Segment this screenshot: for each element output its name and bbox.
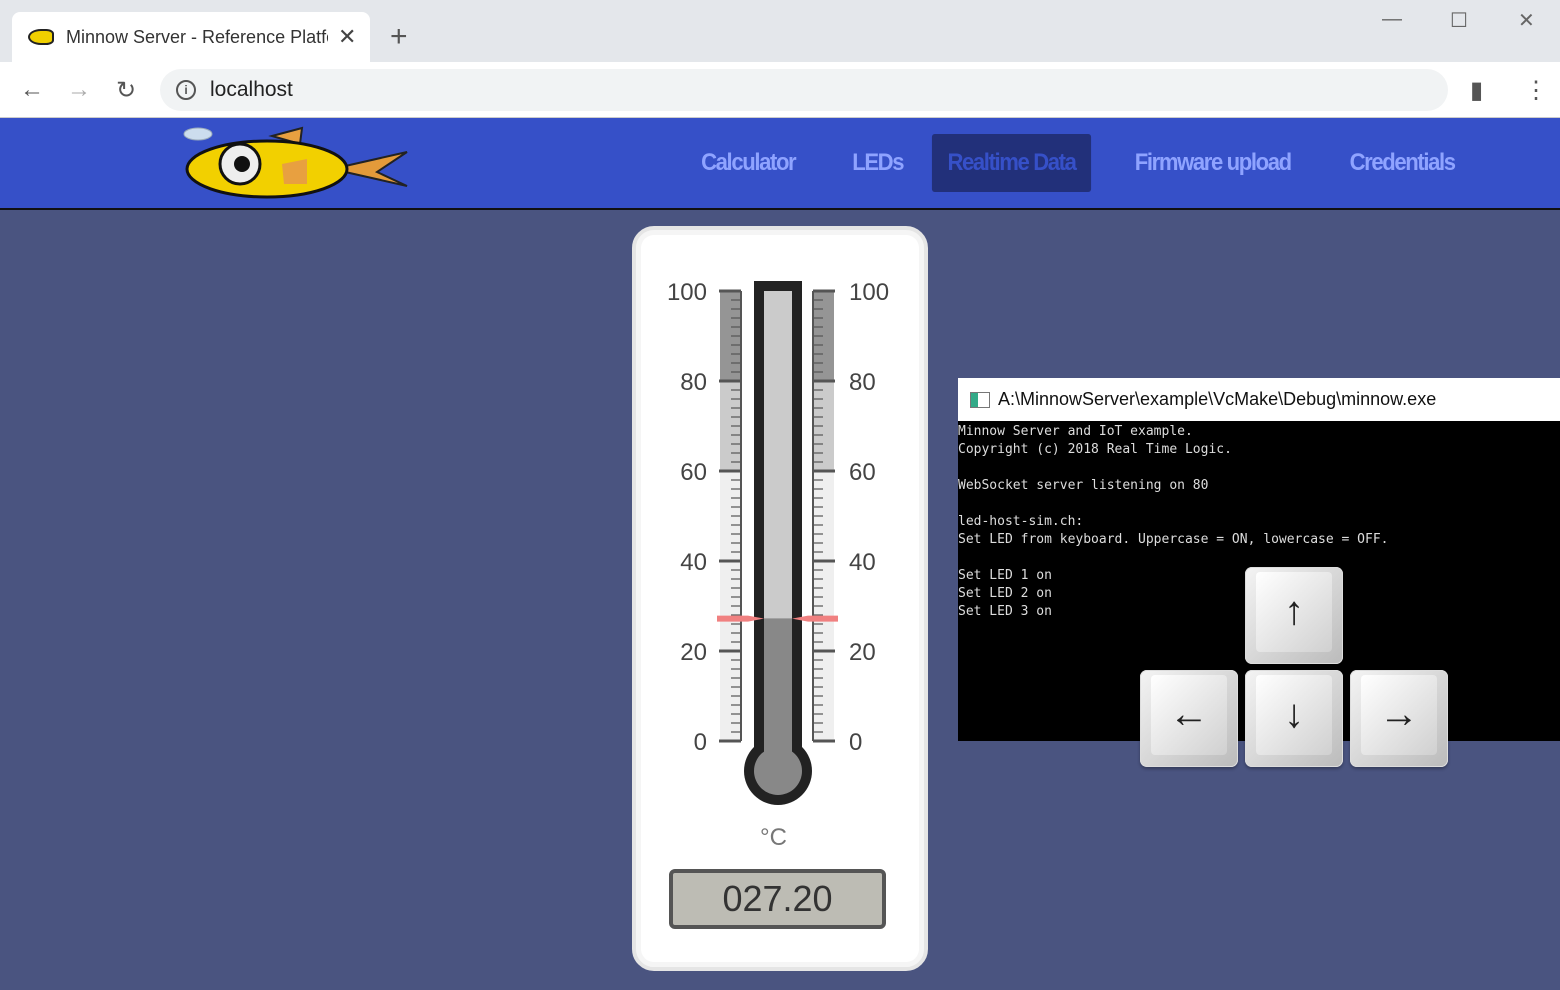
down-arrow-key[interactable]: ↓ (1245, 670, 1343, 767)
up-arrow-icon: ↑ (1256, 571, 1332, 652)
mercury-column (764, 618, 792, 760)
console-line: Copyright (c) 2018 Real Time Logic. (958, 442, 1232, 457)
right-arrow-icon: → (1361, 674, 1437, 755)
tube-empty (764, 291, 792, 619)
console-app-icon (970, 391, 990, 408)
console-title-bar[interactable]: A:\MinnowServer\example\VcMake\Debug\min… (958, 378, 1560, 421)
scale-label-left: 40 (680, 549, 707, 576)
scale-label-left: 80 (680, 369, 707, 396)
console-line: led-host-sim.ch: (958, 514, 1084, 529)
left-arrow-key[interactable]: ← (1140, 670, 1238, 767)
console-line: Minnow Server and IoT example. (958, 424, 1193, 439)
scale-label-right: 80 (849, 369, 876, 396)
scale-label-right: 60 (849, 459, 876, 486)
up-arrow-key[interactable]: ↑ (1245, 567, 1343, 664)
scale-label-right: 20 (849, 639, 876, 666)
scale-label-left: 20 (680, 639, 707, 666)
scale-label-left: 0 (694, 729, 707, 756)
down-arrow-icon: ↓ (1256, 674, 1332, 755)
temperature-readout: 027.20 (669, 869, 886, 929)
scale-label-right: 100 (849, 279, 889, 306)
scale-label-right: 0 (849, 729, 862, 756)
console-line: Set LED from keyboard. Uppercase = ON, l… (958, 532, 1389, 547)
unit-label: °C (760, 824, 787, 851)
console-title: A:\MinnowServer\example\VcMake\Debug\min… (998, 389, 1437, 409)
scale-label-left: 60 (680, 459, 707, 486)
left-arrow-icon: ← (1151, 674, 1227, 755)
scale-label-right: 40 (849, 549, 876, 576)
console-line: WebSocket server listening on 80 (958, 478, 1209, 493)
scale-label-left: 100 (667, 279, 707, 306)
right-arrow-key[interactable]: → (1350, 670, 1448, 767)
